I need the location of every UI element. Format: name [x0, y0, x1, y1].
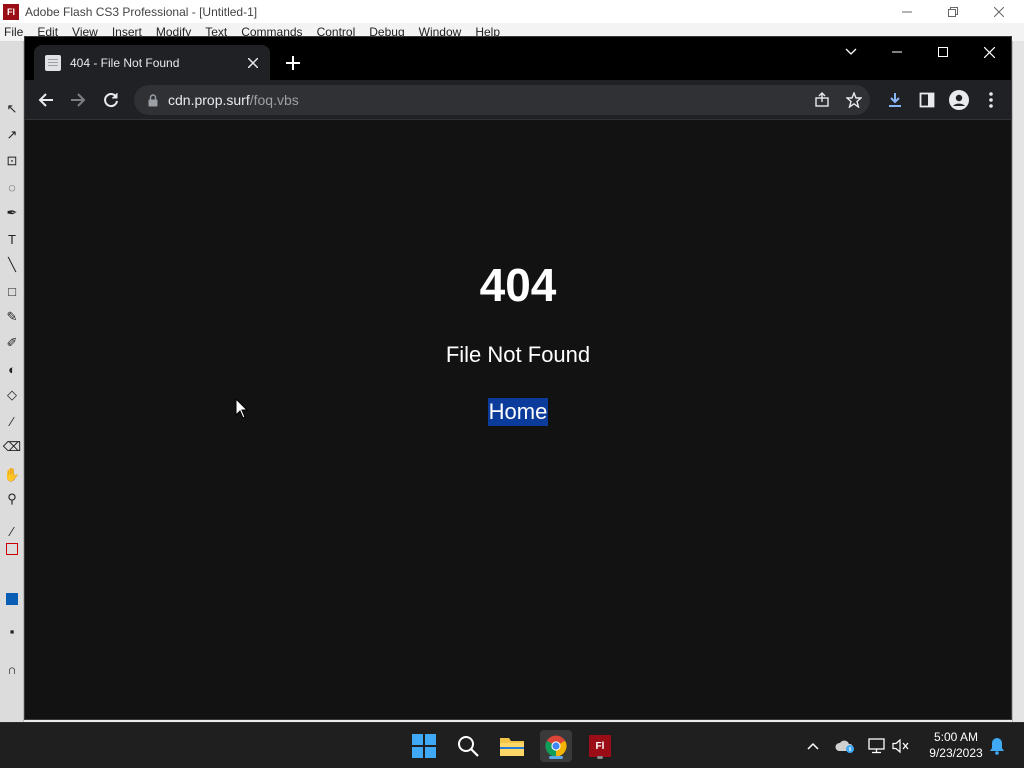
tab-search-button[interactable]	[828, 37, 874, 67]
share-icon[interactable]	[810, 88, 834, 112]
mouse-cursor-icon	[235, 398, 249, 419]
flash-tools-panel: ↖ ↗ ⊡ ◌ ✒ T ╲ □ ✎ ✐ ◐ ◇ ⁄ ⌫ ✋ ⚲ ∕ ▪ ∩	[0, 41, 24, 722]
downloads-button[interactable]	[881, 86, 909, 114]
forward-button[interactable]	[64, 86, 92, 114]
browser-maximize-button[interactable]	[920, 37, 966, 67]
line-tool-icon[interactable]: ╲	[2, 255, 22, 275]
start-button[interactable]	[408, 730, 440, 762]
file-explorer-button[interactable]	[496, 730, 528, 762]
browser-toolbar: cdn.prop.surf/foq.vbs	[25, 80, 1011, 120]
free-transform-tool-icon[interactable]: ⊡	[2, 151, 22, 171]
tab-strip: 404 - File Not Found	[25, 37, 1011, 80]
paint-bucket-tool-icon[interactable]: ◇	[2, 385, 22, 405]
active-app-indicator	[549, 756, 563, 759]
taskbar-search-button[interactable]	[452, 730, 484, 762]
flash-panel-dock	[1012, 41, 1024, 722]
avatar-icon	[949, 90, 969, 110]
browser-menu-button[interactable]	[977, 86, 1005, 114]
text-tool-icon[interactable]: T	[2, 229, 22, 249]
taskbar-flash-button[interactable]: Fl	[584, 730, 616, 762]
fill-color-icon[interactable]	[2, 539, 22, 559]
brush-tool-icon[interactable]: ✐	[2, 333, 22, 353]
flash-app-icon: Fl	[589, 735, 611, 757]
profile-button[interactable]	[945, 86, 973, 114]
minimize-icon	[892, 51, 902, 53]
eraser-tool-icon[interactable]: ⌫	[2, 437, 22, 457]
notifications-bell-icon[interactable]	[986, 735, 1008, 757]
restore-icon	[948, 6, 958, 17]
arrow-left-icon	[38, 93, 53, 107]
plus-icon	[286, 56, 300, 70]
error-message: File Not Found	[445, 342, 591, 367]
browser-minimize-button[interactable]	[874, 37, 920, 67]
menu-file[interactable]: File	[4, 25, 23, 39]
flash-restore-button[interactable]	[930, 0, 976, 23]
page-viewport: 404 File Not Found Home	[25, 121, 1011, 719]
maximize-icon	[938, 47, 948, 57]
back-button[interactable]	[32, 86, 60, 114]
tab-close-icon[interactable]	[244, 54, 262, 72]
close-icon	[983, 46, 995, 58]
more-vertical-icon	[989, 92, 993, 108]
lock-icon[interactable]	[147, 93, 159, 107]
browser-tab-active[interactable]: 404 - File Not Found	[34, 45, 270, 80]
url-host: cdn.prop.surf	[168, 92, 250, 108]
url-text[interactable]: cdn.prop.surf/foq.vbs	[168, 92, 299, 108]
hand-tool-icon[interactable]: ✋	[2, 465, 22, 485]
snap-magnet-icon[interactable]: ∩	[2, 659, 22, 679]
page-favicon-icon	[45, 54, 61, 71]
system-clock[interactable]: 5:00 AM 9/23/2023	[918, 729, 994, 761]
minimize-icon	[902, 11, 912, 12]
show-hidden-icons-button[interactable]	[802, 735, 824, 757]
selection-tool-icon[interactable]: ↖	[2, 99, 22, 119]
tab-title: 404 - File Not Found	[70, 55, 180, 70]
home-link[interactable]: Home	[487, 398, 549, 426]
flash-logo-icon: Fl	[3, 3, 19, 20]
clock-date: 9/23/2023	[929, 746, 983, 760]
subselection-tool-icon[interactable]: ↗	[2, 125, 22, 145]
eyedropper-tool-icon[interactable]: ⁄	[2, 411, 22, 431]
error-code-heading: 404	[479, 259, 557, 311]
flash-window-title: Adobe Flash CS3 Professional - [Untitled…	[25, 4, 258, 19]
stroke-color-icon[interactable]: ∕	[2, 521, 22, 541]
browser-window: 404 - File Not Found cdn.prop.surf/foq.v…	[24, 36, 1012, 720]
home-link-container: Home	[25, 398, 1011, 426]
url-path: /foq.vbs	[249, 92, 299, 108]
download-icon	[889, 93, 901, 107]
flash-title-bar: Fl Adobe Flash CS3 Professional - [Untit…	[0, 0, 1024, 23]
rectangle-tool-icon[interactable]: □	[2, 281, 22, 301]
swap-colors-icon[interactable]	[2, 589, 22, 609]
flash-close-button[interactable]	[976, 0, 1022, 23]
close-icon	[994, 6, 1004, 17]
chrome-icon	[545, 735, 567, 757]
chevron-down-icon	[845, 48, 857, 55]
new-tab-button[interactable]	[280, 50, 306, 76]
pen-tool-icon[interactable]: ✒	[2, 203, 22, 223]
chevron-up-icon	[807, 742, 819, 750]
default-colors-icon[interactable]: ▪	[2, 621, 22, 641]
lasso-tool-icon[interactable]: ◌	[2, 177, 22, 197]
onedrive-icon[interactable]	[834, 735, 856, 757]
bookmark-star-icon[interactable]	[842, 88, 866, 112]
windows-logo-icon	[412, 734, 436, 758]
side-panel-button[interactable]	[913, 86, 941, 114]
taskbar-chrome-button[interactable]	[540, 730, 572, 762]
running-app-indicator	[597, 756, 603, 759]
flash-minimize-button[interactable]	[884, 0, 930, 23]
taskbar: Fl 5:00 AM 9/23/2023	[0, 722, 1024, 768]
zoom-tool-icon[interactable]: ⚲	[2, 489, 22, 509]
arrow-right-icon	[71, 93, 86, 107]
side-panel-icon	[919, 92, 935, 108]
folder-icon	[500, 738, 524, 756]
clock-time: 5:00 AM	[933, 730, 979, 744]
network-icon[interactable]	[866, 735, 888, 757]
reload-button[interactable]	[97, 86, 125, 114]
search-icon	[458, 736, 479, 757]
pencil-tool-icon[interactable]: ✎	[2, 307, 22, 327]
browser-close-button[interactable]	[966, 37, 1012, 67]
ink-bottle-tool-icon[interactable]: ◐	[2, 359, 22, 379]
reload-icon	[104, 93, 118, 108]
volume-muted-icon[interactable]	[890, 735, 912, 757]
address-bar[interactable]: cdn.prop.surf/foq.vbs	[134, 85, 870, 115]
